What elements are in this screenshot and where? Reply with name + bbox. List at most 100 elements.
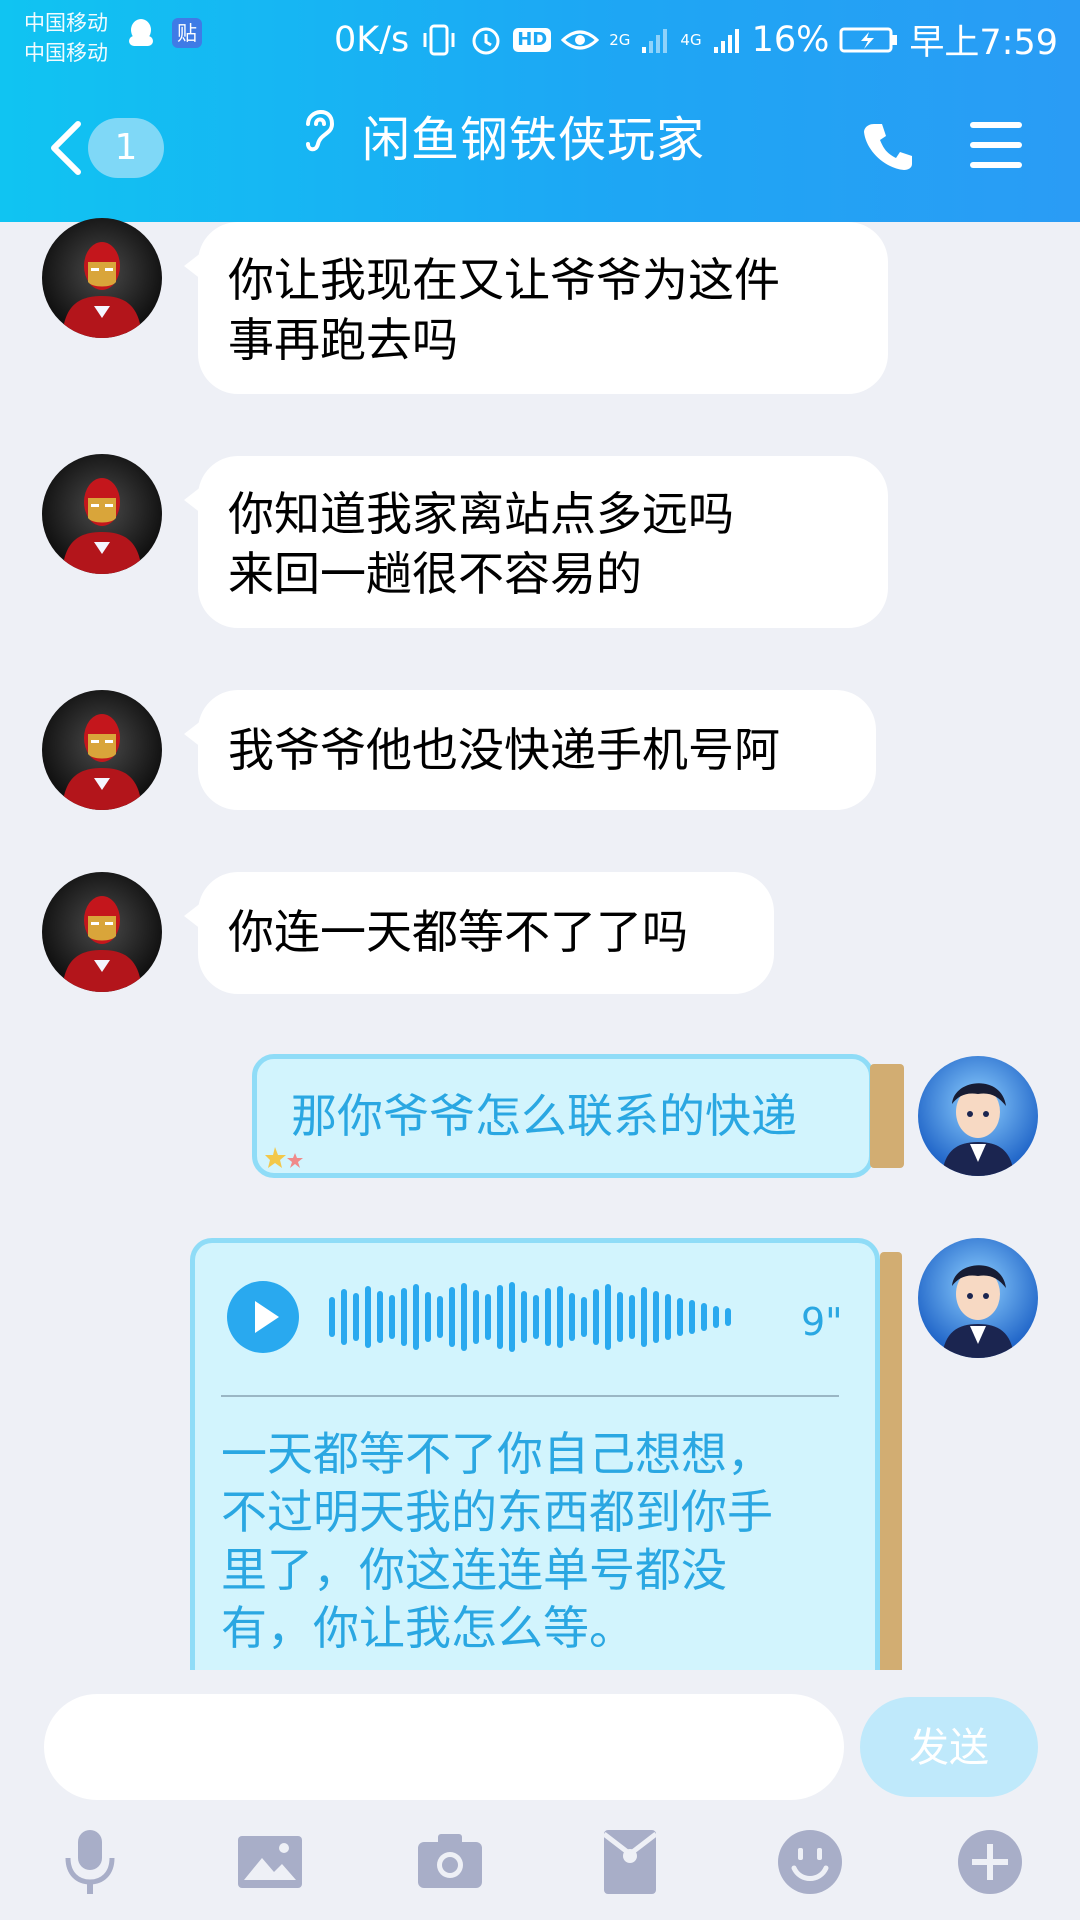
message-line: 一天都等不了你自己想想，: [221, 1427, 773, 1481]
tieba-icon: 贴: [172, 18, 202, 48]
camera-icon[interactable]: [414, 1826, 486, 1898]
message-bubble[interactable]: 我爷爷他也没快递手机号阿: [184, 690, 876, 810]
waveform-bar: [629, 1295, 635, 1339]
waveform-bar: [605, 1284, 611, 1350]
status-right: 0K/s HD 2G 4G 16% 早上7:59: [334, 14, 1058, 65]
avatar[interactable]: [42, 454, 162, 574]
earpiece-mode-icon[interactable]: [300, 102, 340, 154]
voice-divider: [221, 1395, 839, 1397]
carrier-2: 中国移动: [24, 41, 108, 65]
message-bubble[interactable]: 你知道我家离站点多远吗 来回一趟很不容易的: [184, 456, 888, 628]
conan-avatar-icon: [942, 1083, 1014, 1176]
battery-icon: [839, 27, 898, 52]
carrier-info: 中国移动 中国移动: [24, 8, 108, 68]
message-line: 我爷爷他也没快递手机号阿: [228, 723, 780, 777]
signal-icon-1: [642, 28, 668, 53]
waveform-bar: [329, 1297, 335, 1337]
waveform-bar: [653, 1291, 659, 1343]
waveform-bar: [461, 1283, 467, 1351]
waveform-bar: [365, 1286, 371, 1348]
waveform-bar: [473, 1290, 479, 1344]
phone-icon[interactable]: [862, 120, 914, 172]
hd-icon: HD: [513, 27, 552, 52]
waveform-bar: [521, 1291, 527, 1343]
ironman-avatar-icon: [62, 242, 142, 338]
avatar[interactable]: [42, 218, 162, 338]
waveform-bar: [713, 1306, 719, 1328]
waveform-bar: [389, 1295, 395, 1339]
clock: 早上7:59: [909, 23, 1058, 63]
waveform-bar: [557, 1286, 563, 1348]
waveform-bar: [689, 1300, 695, 1334]
voice-waveform: [329, 1282, 731, 1352]
waveform-bar: [497, 1285, 503, 1349]
voice-duration: 9": [801, 1300, 843, 1344]
mic-icon[interactable]: [54, 1826, 126, 1898]
waveform-bar: [449, 1287, 455, 1347]
waveform-bar: [665, 1294, 671, 1340]
eye-icon: [561, 30, 600, 49]
waveform-bar: [413, 1284, 419, 1350]
message-bubble[interactable]: 你让我现在又让爷爷为这件 事再跑去吗: [184, 222, 888, 394]
status-app-icons: 贴: [124, 18, 202, 48]
message-bubble[interactable]: 那你爷爷怎么联系的快递: [252, 1054, 874, 1178]
ironman-avatar-icon: [62, 896, 142, 992]
waveform-bar: [581, 1297, 587, 1337]
message-line: 那你爷爷怎么联系的快递: [291, 1089, 797, 1143]
plus-icon[interactable]: [954, 1826, 1026, 1898]
play-icon[interactable]: [227, 1281, 299, 1353]
bottle-cork: [880, 1252, 902, 1676]
alarm-icon: [472, 27, 500, 54]
menu-icon[interactable]: [970, 122, 1022, 168]
carrier-1: 中国移动: [24, 11, 108, 35]
avatar[interactable]: [42, 872, 162, 992]
emoji-icon[interactable]: [774, 1826, 846, 1898]
message-line: 你让我现在又让爷爷为这件: [228, 253, 780, 307]
stars-icon: [265, 1147, 303, 1168]
send-button[interactable]: 发送: [860, 1697, 1038, 1797]
message-line: 来回一趟很不容易的: [228, 547, 642, 601]
message-line: 有，你让我怎么等。: [221, 1601, 635, 1655]
ironman-avatar-icon: [62, 478, 142, 574]
message-bubble[interactable]: 你连一天都等不了了吗: [184, 872, 774, 994]
message-line: 你知道我家离站点多远吗: [228, 487, 734, 541]
ironman-avatar-icon: [62, 714, 142, 810]
vibrate-icon: [423, 24, 455, 55]
conan-avatar-icon: [942, 1265, 1014, 1358]
net-speed: 0K/s: [333, 19, 410, 60]
signal-icon-2: [713, 28, 739, 53]
waveform-bar: [569, 1293, 575, 1341]
waveform-bar: [593, 1289, 599, 1345]
waveform-bar: [401, 1288, 407, 1346]
waveform-bar: [437, 1296, 443, 1338]
back-icon[interactable]: [46, 120, 84, 176]
waveform-bar: [509, 1282, 515, 1352]
voice-message-bubble[interactable]: 9" 一天都等不了你自己想想， 不过明天我的东西都到你手 里了，你这连连单号都没…: [190, 1238, 880, 1678]
qq-status-icon: [129, 19, 153, 46]
message-line: 事再跑去吗: [228, 313, 458, 367]
bottle-cork: [870, 1064, 904, 1168]
waveform-bar: [425, 1292, 431, 1342]
waveform-bar: [701, 1303, 707, 1331]
message-line: 里了，你这连连单号都没: [221, 1543, 727, 1597]
message-line: 你连一天都等不了了吗: [228, 905, 688, 959]
avatar[interactable]: [918, 1238, 1038, 1358]
waveform-bar: [725, 1308, 731, 1326]
red-packet-icon[interactable]: [594, 1826, 666, 1898]
waveform-bar: [341, 1289, 347, 1345]
waveform-bar: [533, 1295, 539, 1339]
waveform-bar: [617, 1292, 623, 1342]
transcript: 一天都等不了你自己想想， 不过明天我的东西都到你手 里了，你这连连单号都没 有，…: [221, 1425, 773, 1657]
unread-badge[interactable]: 1: [88, 118, 164, 178]
image-icon[interactable]: [234, 1826, 306, 1898]
avatar[interactable]: [42, 690, 162, 810]
message-line: 不过明天我的东西都到你手: [221, 1485, 773, 1539]
message-input[interactable]: [44, 1694, 844, 1800]
signal-label-1: 2G: [609, 30, 631, 49]
waveform-bar: [353, 1293, 359, 1341]
chat-title: 闲鱼钢铁侠玩家: [362, 112, 706, 168]
waveform-bar: [641, 1287, 647, 1347]
top-bar: 中国移动 中国移动 贴 0K/s HD 2G 4G 16% 早上7:59 1 闲…: [0, 0, 1080, 222]
avatar[interactable]: [918, 1056, 1038, 1176]
signal-label-2: 4G: [680, 30, 702, 49]
